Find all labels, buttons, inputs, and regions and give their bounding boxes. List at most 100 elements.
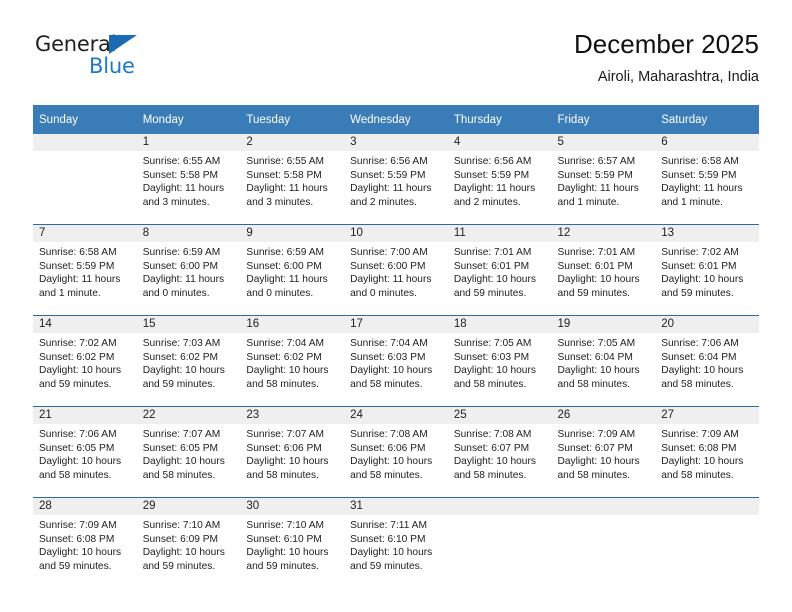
sunrise-text: Sunrise: 6:57 AM xyxy=(557,156,636,167)
calendar-day-cell[interactable]: 20 Sunrise: 7:06 AM Sunset: 6:04 PM Dayligh… xyxy=(655,315,759,407)
sunrise-text: Sunrise: 6:55 AM xyxy=(246,156,324,167)
day-detail: Sunrise: 7:06 AM Sunset: 6:05 PM Daylight:… xyxy=(33,424,137,482)
sunrise-text: Sunrise: 7:06 AM xyxy=(39,429,117,440)
calendar-day-cell-empty xyxy=(551,497,656,588)
sunset-text: Sunset: 5:58 PM xyxy=(142,169,219,181)
sunrise-text: Sunrise: 7:09 AM xyxy=(39,520,117,531)
sunrise-text: Sunrise: 7:01 AM xyxy=(557,247,636,258)
calendar-day-cell[interactable]: 22 Sunrise: 7:07 AM Sunset: 6:05 PM Dayligh… xyxy=(136,406,241,498)
calendar-day-cell[interactable]: 8 Sunrise: 6:59 AM Sunset: 6:00 PM Daylight… xyxy=(136,224,241,316)
day-number: 12 xyxy=(551,225,656,242)
daylight-text: Daylight: 10 hours and 58 minutes. xyxy=(661,456,744,481)
day-number: 15 xyxy=(136,316,241,333)
sunset-text: Sunset: 6:06 PM xyxy=(246,442,322,454)
generalblue-logo[interactable]: General Blue xyxy=(33,32,233,90)
calendar-week-row: 14 Sunrise: 7:02 AM Sunset: 6:02 PM Dayligh… xyxy=(33,315,759,407)
calendar-day-cell[interactable]: 9 Sunrise: 6:59 AM Sunset: 6:00 PM Daylight… xyxy=(240,224,345,316)
sunrise-text: Sunrise: 7:04 AM xyxy=(246,338,324,349)
logo-word-general: General xyxy=(35,32,117,56)
calendar-day-cell[interactable]: 6 Sunrise: 6:58 AM Sunset: 5:59 PM Daylight… xyxy=(655,134,759,225)
sunrise-text: Sunrise: 6:55 AM xyxy=(142,156,221,167)
calendar-day-cell[interactable]: 21 Sunrise: 7:06 AM Sunset: 6:05 PM Dayligh… xyxy=(33,406,137,498)
calendar-day-cell[interactable]: 3 Sunrise: 6:56 AM Sunset: 5:59 PM Daylight… xyxy=(344,134,448,225)
day-number: 23 xyxy=(240,407,345,424)
day-detail: Sunrise: 7:09 AM Sunset: 6:08 PM Daylight:… xyxy=(33,515,137,573)
calendar-day-cell[interactable]: 10 Sunrise: 7:00 AM Sunset: 6:00 PM Dayligh… xyxy=(344,224,448,316)
sunrise-text: Sunrise: 7:02 AM xyxy=(39,338,117,349)
sunset-text: Sunset: 5:59 PM xyxy=(453,169,530,181)
sunset-text: Sunset: 6:06 PM xyxy=(350,442,426,454)
calendar-day-cell[interactable]: 13 Sunrise: 7:02 AM Sunset: 6:01 PM Dayligh… xyxy=(655,224,759,316)
sunset-text: Sunset: 6:00 PM xyxy=(142,260,219,272)
calendar-day-cell[interactable]: 26 Sunrise: 7:09 AM Sunset: 6:07 PM Dayligh… xyxy=(551,406,656,498)
calendar-day-cell[interactable]: 2 Sunrise: 6:55 AM Sunset: 5:58 PM Daylight… xyxy=(240,134,345,225)
day-number: 28 xyxy=(33,498,137,515)
weekday-header-wednesday: Wednesday xyxy=(344,105,448,134)
day-detail: Sunrise: 7:03 AM Sunset: 6:02 PM Daylight:… xyxy=(137,333,241,391)
calendar-day-cell[interactable]: 25 Sunrise: 7:08 AM Sunset: 6:07 PM Dayligh… xyxy=(447,406,552,498)
sunrise-text: Sunrise: 7:05 AM xyxy=(557,338,636,349)
sunset-text: Sunset: 6:07 PM xyxy=(453,442,530,454)
day-number: 17 xyxy=(344,316,448,333)
calendar-week-row: 1 Sunrise: 6:55 AM Sunset: 5:58 PM Daylight… xyxy=(33,134,759,225)
calendar-day-cell[interactable]: 28 Sunrise: 7:09 AM Sunset: 6:08 PM Dayligh… xyxy=(33,497,137,588)
sunset-text: Sunset: 6:03 PM xyxy=(350,351,426,363)
calendar-day-cell[interactable]: 1 Sunrise: 6:55 AM Sunset: 5:58 PM Daylight… xyxy=(136,134,241,225)
daylight-text: Daylight: 10 hours and 59 minutes. xyxy=(142,547,225,572)
calendar-day-cell[interactable]: 19 Sunrise: 7:05 AM Sunset: 6:04 PM Dayligh… xyxy=(551,315,656,407)
page-title: December 2025 xyxy=(574,29,759,59)
daylight-text: Daylight: 10 hours and 59 minutes. xyxy=(39,547,122,572)
day-detail: Sunrise: 6:59 AM Sunset: 6:00 PM Daylight:… xyxy=(240,242,344,300)
calendar-day-cell[interactable]: 24 Sunrise: 7:08 AM Sunset: 6:06 PM Dayligh… xyxy=(344,406,448,498)
sunrise-text: Sunrise: 7:04 AM xyxy=(350,338,428,349)
calendar-day-cell[interactable]: 23 Sunrise: 7:07 AM Sunset: 6:06 PM Dayligh… xyxy=(240,406,345,498)
calendar-day-cell[interactable]: 17 Sunrise: 7:04 AM Sunset: 6:03 PM Dayligh… xyxy=(344,315,448,407)
sunset-text: Sunset: 6:10 PM xyxy=(350,533,426,545)
page-subtitle: Airoli, Maharashtra, India xyxy=(597,69,759,85)
day-number: 27 xyxy=(655,407,759,424)
calendar-day-cell[interactable]: 31 Sunrise: 7:11 AM Sunset: 6:10 PM Dayligh… xyxy=(344,497,448,588)
sunset-text: Sunset: 5:59 PM xyxy=(557,169,633,181)
calendar-day-cell[interactable]: 16 Sunrise: 7:04 AM Sunset: 6:02 PM Dayligh… xyxy=(240,315,345,407)
calendar-day-cell[interactable]: 5 Sunrise: 6:57 AM Sunset: 5:59 PM Daylight… xyxy=(551,134,656,225)
calendar-day-cell[interactable]: 12 Sunrise: 7:01 AM Sunset: 6:01 PM Dayligh… xyxy=(551,224,656,316)
calendar-day-cell[interactable]: 14 Sunrise: 7:02 AM Sunset: 6:02 PM Dayligh… xyxy=(33,315,137,407)
day-detail: Sunrise: 7:04 AM Sunset: 6:02 PM Daylight:… xyxy=(240,333,344,391)
triangle-icon xyxy=(109,35,137,54)
calendar-day-cell[interactable]: 15 Sunrise: 7:03 AM Sunset: 6:02 PM Dayligh… xyxy=(136,315,241,407)
daylight-text: Daylight: 10 hours and 58 minutes. xyxy=(453,365,536,390)
day-number: 2 xyxy=(240,134,345,151)
sunrise-text: Sunrise: 7:08 AM xyxy=(350,429,428,440)
daylight-text: Daylight: 10 hours and 59 minutes. xyxy=(350,547,433,572)
sunrise-text: Sunrise: 7:01 AM xyxy=(453,247,532,258)
calendar-day-cell[interactable]: 29 Sunrise: 7:10 AM Sunset: 6:09 PM Dayligh… xyxy=(136,497,241,588)
day-detail: Sunrise: 6:59 AM Sunset: 6:00 PM Daylight:… xyxy=(137,242,241,300)
day-detail: Sunrise: 7:00 AM Sunset: 6:00 PM Daylight:… xyxy=(344,242,448,300)
day-number: 4 xyxy=(447,134,552,151)
sunset-text: Sunset: 5:59 PM xyxy=(39,260,115,272)
sunset-text: Sunset: 5:59 PM xyxy=(350,169,426,181)
sunrise-text: Sunrise: 7:05 AM xyxy=(453,338,532,349)
calendar-day-cell[interactable]: 4 Sunrise: 6:56 AM Sunset: 5:59 PM Daylight… xyxy=(447,134,552,225)
calendar-page: General Blue December 2025 Airoli, Mahar… xyxy=(0,0,792,612)
sunset-text: Sunset: 6:07 PM xyxy=(557,442,633,454)
day-detail: Sunrise: 7:07 AM Sunset: 6:06 PM Daylight:… xyxy=(240,424,344,482)
sunset-text: Sunset: 6:09 PM xyxy=(142,533,219,545)
daylight-text: Daylight: 10 hours and 58 minutes. xyxy=(142,456,225,481)
sunrise-text: Sunrise: 7:08 AM xyxy=(453,429,532,440)
calendar-week-row: 28 Sunrise: 7:09 AM Sunset: 6:08 PM Dayligh… xyxy=(33,497,759,588)
day-detail: Sunrise: 7:02 AM Sunset: 6:01 PM Daylight:… xyxy=(655,242,759,300)
calendar-day-cell[interactable]: 30 Sunrise: 7:10 AM Sunset: 6:10 PM Dayligh… xyxy=(240,497,345,588)
sunset-text: Sunset: 5:58 PM xyxy=(246,169,322,181)
title-block: December 2025 Airoli, Maharashtra, India xyxy=(574,28,759,88)
sunset-text: Sunset: 6:02 PM xyxy=(39,351,115,363)
calendar-day-cell[interactable]: 18 Sunrise: 7:05 AM Sunset: 6:03 PM Dayligh… xyxy=(447,315,552,407)
sunrise-text: Sunrise: 6:58 AM xyxy=(39,247,117,258)
daylight-text: Daylight: 10 hours and 59 minutes. xyxy=(246,547,329,572)
calendar-day-cell[interactable]: 11 Sunrise: 7:01 AM Sunset: 6:01 PM Dayligh… xyxy=(447,224,552,316)
weekday-header-friday: Friday xyxy=(551,105,656,134)
calendar-day-cell[interactable]: 7 Sunrise: 6:58 AM Sunset: 5:59 PM Daylight… xyxy=(33,224,137,316)
day-detail: Sunrise: 7:09 AM Sunset: 6:07 PM Daylight:… xyxy=(552,424,656,482)
calendar-day-cell[interactable]: 27 Sunrise: 7:09 AM Sunset: 6:08 PM Dayligh… xyxy=(655,406,759,498)
weekday-header-saturday: Saturday xyxy=(655,105,759,134)
